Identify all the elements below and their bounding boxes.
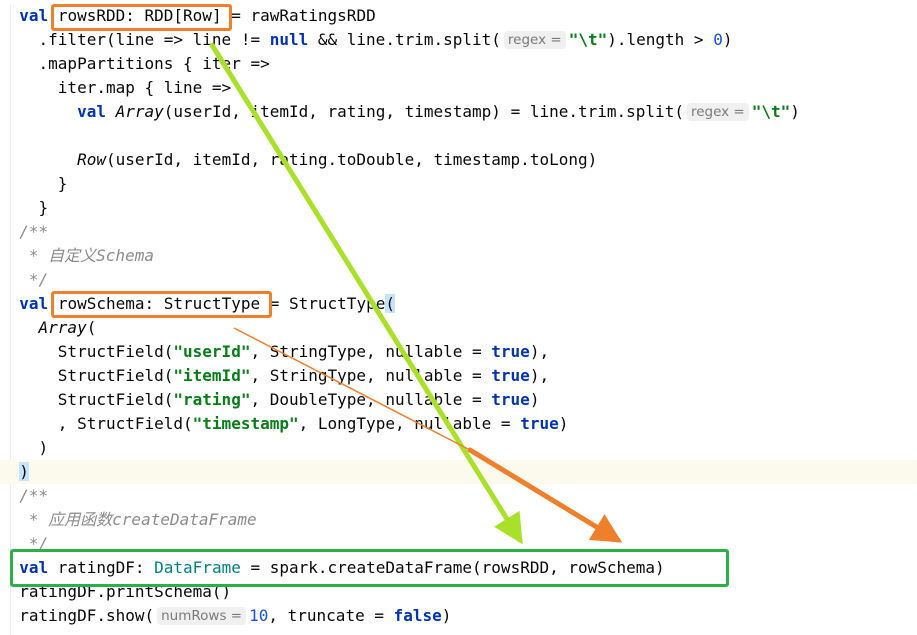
code-line-26[interactable]: ratingDF.show(numRows = 10, truncate = fa… <box>0 604 917 628</box>
rowSchema-highlight-box <box>51 291 272 318</box>
code-line-2[interactable]: .filter(line => line != null && line.tri… <box>0 28 917 52</box>
parameter-hint: regex = <box>503 31 566 49</box>
parameter-hint: regex = <box>686 103 749 121</box>
rowsRDD-highlight-box <box>51 4 232 31</box>
code-line-4[interactable]: iter.map { line => <box>0 76 917 100</box>
code-line-7[interactable]: Row(userId, itemId, rating.toDouble, tim… <box>0 148 917 172</box>
code-line-8[interactable]: } <box>0 172 917 196</box>
code-line-18[interactable]: , StructField("timestamp", LongType, nul… <box>0 412 917 436</box>
code-line-16[interactable]: StructField("itemId", StringType, nullab… <box>0 364 917 388</box>
parameter-hint: numRows = <box>157 607 247 625</box>
matched-bracket: ) <box>19 462 29 481</box>
code-line-14[interactable]: Array( <box>0 316 917 340</box>
matched-bracket: ( <box>385 294 395 313</box>
code-line-10[interactable]: /** <box>0 220 917 244</box>
code-line-3[interactable]: .mapPartitions { iter => <box>0 52 917 76</box>
code-line-9[interactable]: } <box>0 196 917 220</box>
code-line-19[interactable]: ) <box>0 436 917 460</box>
code-line-22[interactable]: * 应用函数createDataFrame <box>0 508 917 532</box>
code-line-15[interactable]: StructField("userId", StringType, nullab… <box>0 340 917 364</box>
code-line-11[interactable]: * 自定义Schema <box>0 244 917 268</box>
code-line-20[interactable]: ) <box>0 460 917 484</box>
code-editor[interactable]: val rowsRDD: RDD[Row] = rawRatingsRDD .f… <box>0 0 917 635</box>
code-line-6[interactable] <box>0 124 917 148</box>
code-line-12[interactable]: */ <box>0 268 917 292</box>
code-line-5[interactable]: val Array(userId, itemId, rating, timest… <box>0 100 917 124</box>
ratingDF-highlight-box <box>10 549 729 587</box>
code-line-17[interactable]: StructField("rating", DoubleType, nullab… <box>0 388 917 412</box>
code-line-21[interactable]: /** <box>0 484 917 508</box>
